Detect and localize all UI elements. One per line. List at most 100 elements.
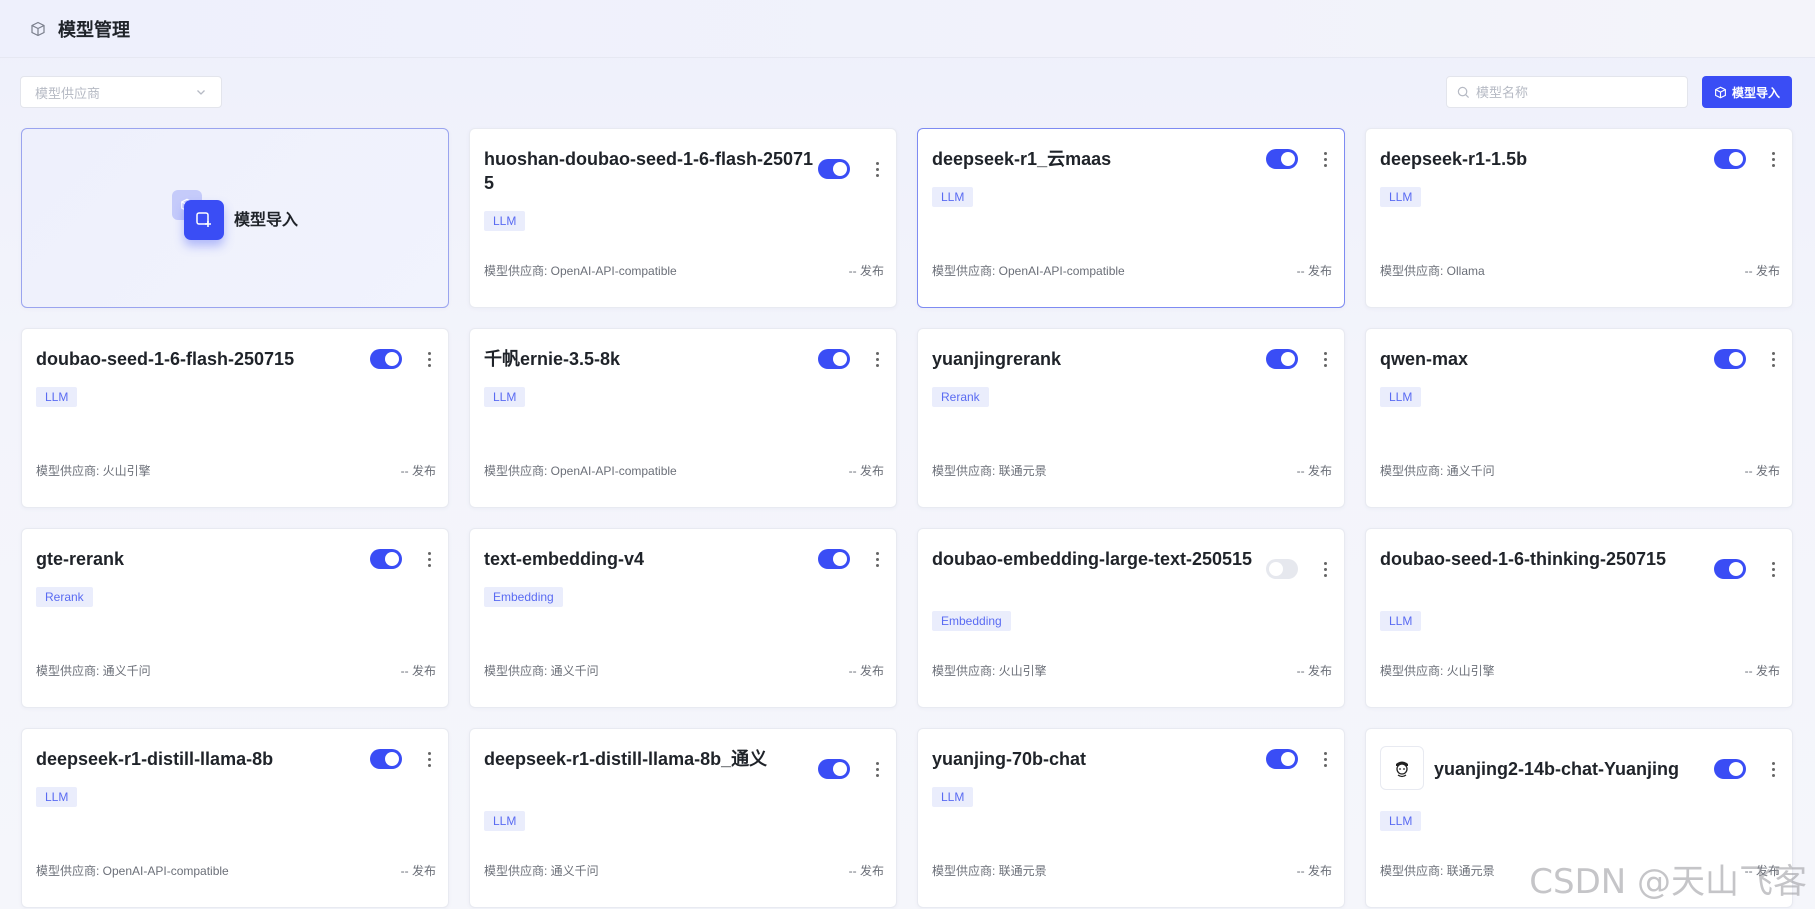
enable-toggle[interactable] bbox=[1266, 749, 1298, 769]
more-options-icon[interactable] bbox=[872, 759, 882, 779]
provider-value: 通义千问 bbox=[550, 664, 599, 678]
model-card[interactable]: yuanjingrerank Rerank 模型供应商: 联通元景 -- 发布 bbox=[917, 328, 1345, 508]
publish-status: -- 发布 bbox=[848, 464, 884, 478]
model-provider: 模型供应商: 联通元景 bbox=[932, 462, 1047, 479]
model-provider: 模型供应商: OpenAI-API-compatible bbox=[36, 862, 229, 879]
page-title: 模型管理 bbox=[58, 19, 130, 40]
model-card[interactable]: doubao-seed-1-6-thinking-250715 LLM 模型供应商:… bbox=[1365, 528, 1793, 708]
model-card[interactable]: deepseek-r1_云maas LLM 模型供应商: OpenAI-API-co… bbox=[917, 128, 1345, 308]
publish-status: -- 发布 bbox=[1744, 664, 1780, 678]
more-options-icon[interactable] bbox=[1768, 759, 1778, 779]
enable-toggle[interactable] bbox=[370, 549, 402, 569]
enable-toggle[interactable] bbox=[1266, 559, 1298, 579]
model-type-tag: LLM bbox=[484, 811, 526, 831]
enable-toggle[interactable] bbox=[1714, 149, 1746, 169]
publish-status: -- 发布 bbox=[1744, 264, 1780, 278]
import-model-button[interactable]: 模型导入 bbox=[1702, 76, 1792, 108]
provider-value: 联通元景 bbox=[998, 864, 1047, 878]
search-box[interactable] bbox=[1446, 76, 1688, 108]
model-card[interactable]: deepseek-r1-distill-llama-8b LLM 模型供应商: Op… bbox=[21, 728, 449, 908]
provider-value: OpenAI-API-compatible bbox=[550, 264, 677, 278]
model-provider: 模型供应商: OpenAI-API-compatible bbox=[932, 262, 1125, 279]
more-options-icon[interactable] bbox=[872, 349, 882, 369]
search-input[interactable] bbox=[1476, 84, 1676, 100]
publish-status: -- 发布 bbox=[1296, 864, 1332, 878]
more-options-icon[interactable] bbox=[1768, 559, 1778, 579]
more-options-icon[interactable] bbox=[424, 349, 434, 369]
model-card[interactable]: yuanjing-70b-chat LLM 模型供应商: 联通元景 -- 发布 bbox=[917, 728, 1345, 908]
publish-status: -- 发布 bbox=[400, 864, 436, 878]
model-type-tag: LLM bbox=[932, 787, 974, 807]
provider-prefix: 模型供应商: bbox=[932, 864, 999, 878]
model-type-tag: Embedding bbox=[932, 611, 1011, 631]
model-card[interactable]: 千帆ernie-3.5-8k LLM 模型供应商: OpenAI-API-compa… bbox=[469, 328, 897, 508]
model-type-tag: Rerank bbox=[36, 587, 93, 607]
publish-status: -- 发布 bbox=[400, 664, 436, 678]
publish-status: -- 发布 bbox=[1744, 464, 1780, 478]
model-card[interactable]: doubao-seed-1-6-flash-250715 LLM 模型供应商: 火山… bbox=[21, 328, 449, 508]
enable-toggle[interactable] bbox=[1266, 349, 1298, 369]
more-options-icon[interactable] bbox=[1320, 559, 1330, 579]
publish-status: -- 发布 bbox=[848, 864, 884, 878]
import-model-button-label: 模型导入 bbox=[1731, 85, 1780, 100]
provider-prefix: 模型供应商: bbox=[1380, 264, 1447, 278]
model-name: deepseek-r1-distill-llama-8b_通义 bbox=[484, 749, 768, 769]
model-type-tag: Embedding bbox=[484, 587, 563, 607]
watermark: CSDN @天山飞客 bbox=[1529, 862, 1807, 902]
provider-select[interactable]: 模型供应商 bbox=[20, 76, 222, 108]
publish-status: -- 发布 bbox=[848, 664, 884, 678]
model-provider: 模型供应商: 通义千问 bbox=[1380, 462, 1495, 479]
model-card[interactable]: deepseek-r1-distill-llama-8b_通义 LLM 模型供应商:… bbox=[469, 728, 897, 908]
enable-toggle[interactable] bbox=[370, 749, 402, 769]
more-options-icon[interactable] bbox=[424, 549, 434, 569]
enable-toggle[interactable] bbox=[370, 349, 402, 369]
provider-prefix: 模型供应商: bbox=[484, 464, 551, 478]
model-card[interactable]: text-embedding-v4 Embedding 模型供应商: 通义千问 -- … bbox=[469, 528, 897, 708]
enable-toggle[interactable] bbox=[818, 759, 850, 779]
provider-prefix: 模型供应商: bbox=[1380, 664, 1447, 678]
enable-toggle[interactable] bbox=[818, 549, 850, 569]
model-provider: 模型供应商: 火山引擎 bbox=[36, 462, 151, 479]
more-options-icon[interactable] bbox=[1320, 149, 1330, 169]
model-card[interactable]: doubao-embedding-large-text-250515 Embedd… bbox=[917, 528, 1345, 708]
publish-status: -- 发布 bbox=[848, 264, 884, 278]
enable-toggle[interactable] bbox=[1266, 149, 1298, 169]
model-card[interactable]: qwen-max LLM 模型供应商: 通义千问 -- 发布 bbox=[1365, 328, 1793, 508]
model-name: gte-rerank bbox=[36, 549, 125, 569]
more-options-icon[interactable] bbox=[1768, 149, 1778, 169]
more-options-icon[interactable] bbox=[1320, 349, 1330, 369]
model-type-tag: LLM bbox=[484, 387, 526, 407]
enable-toggle[interactable] bbox=[818, 159, 850, 179]
provider-prefix: 模型供应商: bbox=[932, 664, 999, 678]
model-name: deepseek-r1-distill-llama-8b bbox=[36, 749, 274, 769]
publish-status: -- 发布 bbox=[1296, 664, 1332, 678]
model-card[interactable]: huoshan-doubao-seed-1-6-flash-250715 LLM 模… bbox=[469, 128, 897, 308]
more-options-icon[interactable] bbox=[424, 749, 434, 769]
model-name: yuanjing-70b-chat bbox=[932, 749, 1087, 769]
provider-prefix: 模型供应商: bbox=[932, 464, 999, 478]
model-name: doubao-seed-1-6-thinking-250715 bbox=[1380, 549, 1667, 569]
model-provider: 模型供应商: 联通元景 bbox=[932, 862, 1047, 879]
provider-value: OpenAI-API-compatible bbox=[550, 464, 677, 478]
enable-toggle[interactable] bbox=[1714, 349, 1746, 369]
model-card[interactable]: deepseek-r1-1.5b LLM 模型供应商: Ollama -- 发布 bbox=[1365, 128, 1793, 308]
model-type-tag: LLM bbox=[1380, 187, 1422, 207]
provider-prefix: 模型供应商: bbox=[36, 464, 103, 478]
toolbar: 模型供应商 模型导入 bbox=[0, 58, 1815, 126]
import-model-card[interactable]: 模型导入 bbox=[21, 128, 449, 308]
import-model-card-label: 模型导入 bbox=[233, 212, 298, 229]
model-name: doubao-seed-1-6-flash-250715 bbox=[36, 349, 295, 369]
enable-toggle[interactable] bbox=[1714, 759, 1746, 779]
enable-toggle[interactable] bbox=[1714, 559, 1746, 579]
more-options-icon[interactable] bbox=[1768, 349, 1778, 369]
more-options-icon[interactable] bbox=[872, 549, 882, 569]
chevron-down-icon bbox=[197, 90, 205, 95]
enable-toggle[interactable] bbox=[818, 349, 850, 369]
more-options-icon[interactable] bbox=[1320, 749, 1330, 769]
model-name: qwen-max bbox=[1380, 349, 1469, 369]
model-card[interactable]: gte-rerank Rerank 模型供应商: 通义千问 -- 发布 bbox=[21, 528, 449, 708]
provider-value: 火山引擎 bbox=[102, 464, 151, 478]
provider-prefix: 模型供应商: bbox=[36, 864, 103, 878]
more-options-icon[interactable] bbox=[872, 159, 882, 179]
publish-status: -- 发布 bbox=[1296, 464, 1332, 478]
